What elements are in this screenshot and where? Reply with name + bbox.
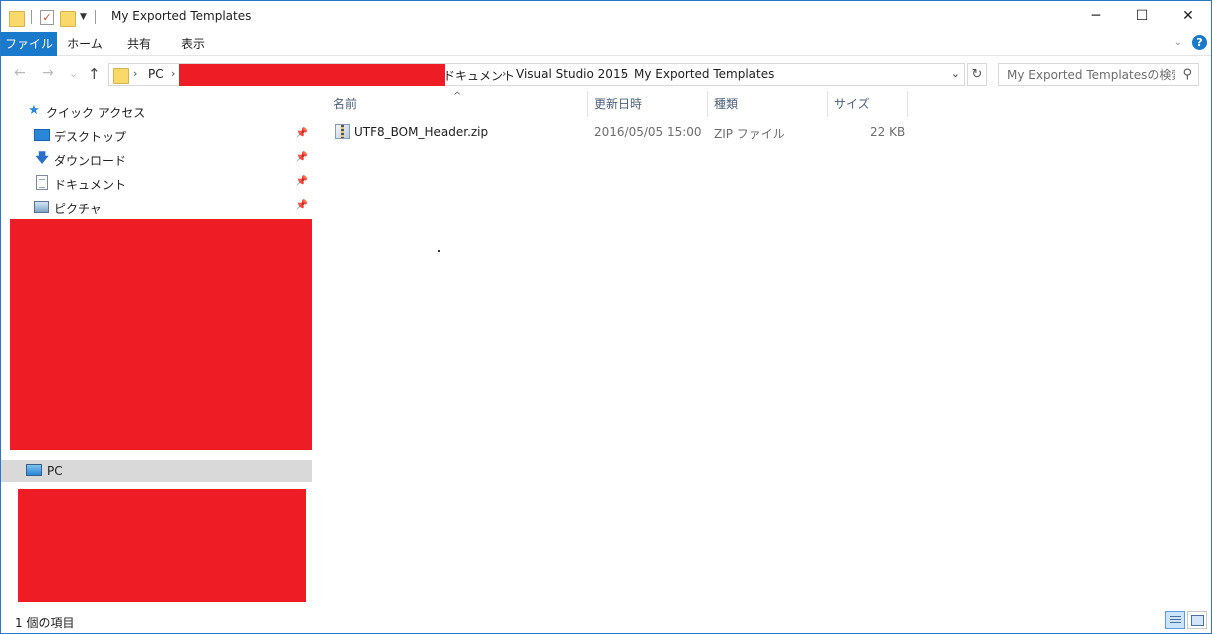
large-icons-view-button[interactable] (1187, 611, 1207, 629)
documents-icon (34, 175, 50, 191)
quick-access-toolbar: ✓ ▼ (9, 7, 98, 27)
nav-label: ドキュメント (54, 178, 127, 192)
pin-icon[interactable]: 📌 (296, 176, 308, 187)
nav-item-documents[interactable]: ドキュメント 📌 (1, 172, 312, 194)
chevron-right-icon[interactable]: › (502, 67, 506, 80)
navigation-pane: ★ クイック アクセス デスクトップ 📌 🡇 ダウンロード 📌 ドキュメント 📌… (1, 91, 316, 607)
star-icon: ★ (28, 103, 40, 118)
pin-icon[interactable]: 📌 (296, 200, 308, 211)
item-count: 1 個の項目 (15, 616, 75, 630)
column-header-type[interactable]: 種類 (708, 91, 828, 117)
chevron-right-icon[interactable]: › (621, 67, 625, 80)
nav-label: デスクトップ (54, 130, 127, 144)
window-controls: ─ ☐ ✕ (1073, 1, 1211, 32)
breadcrumb-current[interactable]: My Exported Templates (634, 67, 774, 81)
recent-locations-button[interactable]: ⌄ (69, 67, 78, 80)
expand-ribbon-icon[interactable]: ⌄ (1174, 37, 1182, 48)
nav-label: ピクチャ (54, 202, 102, 216)
search-icon[interactable]: ⚲ (1182, 67, 1192, 82)
computer-icon (26, 463, 42, 479)
file-list-pane: ^ 名前 更新日時 種類 サイズ UTF8_BOM_Header.zip 201… (317, 91, 1211, 607)
details-view-button[interactable] (1165, 611, 1185, 629)
close-button[interactable]: ✕ (1165, 1, 1211, 32)
nav-label: クイック アクセス (46, 106, 146, 120)
refresh-button[interactable]: ↻ (967, 63, 987, 86)
large-icons-view-icon (1191, 615, 1204, 626)
maximize-button[interactable]: ☐ (1119, 1, 1165, 32)
redacted-region (179, 64, 445, 86)
ribbon-tabs: ファイル ホーム 共有 表示 ⌄ ? (1, 32, 1211, 56)
customize-toolbar-icon[interactable]: ▼ (80, 12, 87, 22)
address-bar[interactable]: › PC › ドキュメント › Visual Studio 2015 › My … (108, 63, 965, 86)
tab-home[interactable]: ホーム (61, 32, 109, 56)
up-button[interactable]: ↑ (88, 65, 101, 83)
nav-label: ダウンロード (54, 154, 127, 168)
tab-view[interactable]: 表示 (169, 32, 217, 56)
file-row[interactable]: UTF8_BOM_Header.zip 2016/05/05 15:00 ZIP… (327, 121, 927, 143)
nav-item-pictures[interactable]: ピクチャ 📌 (1, 196, 312, 218)
pin-icon[interactable]: 📌 (296, 128, 308, 139)
column-header-size[interactable]: サイズ (828, 91, 908, 117)
search-box: ⚲ (998, 63, 1199, 86)
pictures-icon (34, 199, 50, 215)
nav-label: PC (47, 464, 63, 478)
ribbon-right-controls: ⌄ ? (1174, 35, 1207, 50)
file-size: 22 KB (870, 125, 906, 139)
breadcrumb-pc[interactable]: PC (148, 67, 164, 81)
title-bar: ✓ ▼ My Exported Templates ─ ☐ ✕ (1, 1, 1211, 32)
column-header-modified[interactable]: 更新日時 (588, 91, 708, 117)
forward-button[interactable]: → (42, 65, 54, 81)
details-view-icon (1170, 616, 1181, 625)
stray-pixel (438, 250, 440, 252)
breadcrumb-visual-studio[interactable]: Visual Studio 2015 (516, 67, 628, 81)
folder-icon (9, 10, 25, 27)
file-name: UTF8_BOM_Header.zip (354, 125, 489, 139)
download-icon: 🡇 (35, 151, 49, 166)
properties-icon[interactable]: ✓ (40, 9, 54, 25)
folder-icon (113, 67, 129, 84)
back-button[interactable]: ← (14, 65, 26, 81)
nav-quick-access[interactable]: ★ クイック アクセス (1, 100, 312, 122)
chevron-right-icon[interactable]: › (171, 67, 175, 80)
chevron-right-icon[interactable]: › (133, 67, 137, 80)
status-bar: 1 個の項目 (1, 607, 1211, 633)
nav-item-desktop[interactable]: デスクトップ 📌 (1, 124, 312, 146)
zip-file-icon (335, 124, 350, 139)
tab-file[interactable]: ファイル (1, 32, 57, 56)
file-type: ZIP ファイル (714, 127, 785, 141)
redacted-region (18, 489, 306, 602)
view-switcher (1165, 611, 1207, 629)
tab-share[interactable]: 共有 (115, 32, 163, 56)
address-row: ← → ⌄ ↑ › PC › ドキュメント › Visual Studio 20… (1, 57, 1211, 91)
minimize-button[interactable]: ─ (1073, 1, 1119, 32)
chevron-down-icon[interactable]: ⌄ (951, 67, 960, 80)
redacted-region (10, 219, 312, 450)
nav-item-pc[interactable]: PC (1, 460, 312, 482)
search-input[interactable] (999, 64, 1175, 85)
nav-item-downloads[interactable]: 🡇 ダウンロード 📌 (1, 148, 312, 170)
desktop-icon (34, 127, 50, 143)
file-modified: 2016/05/05 15:00 (594, 125, 702, 139)
new-folder-icon[interactable] (60, 10, 76, 27)
window-title: My Exported Templates (111, 9, 252, 23)
column-headers: ^ 名前 更新日時 種類 サイズ (317, 91, 1211, 117)
explorer-window: ✓ ▼ My Exported Templates ─ ☐ ✕ ファイル ホーム… (0, 0, 1212, 634)
column-header-name[interactable]: 名前 (327, 91, 588, 117)
toolbar-separator (94, 10, 96, 24)
pin-icon[interactable]: 📌 (296, 152, 308, 163)
toolbar-separator (31, 10, 32, 24)
help-icon[interactable]: ? (1192, 35, 1207, 50)
